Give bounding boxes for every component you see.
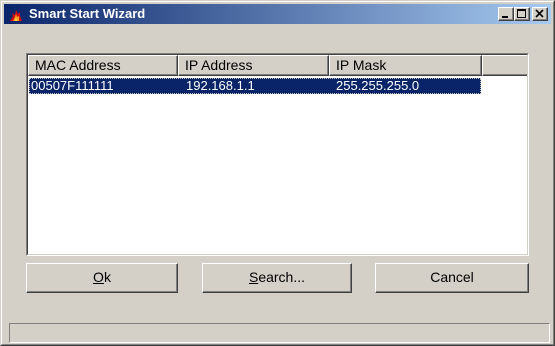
column-header-empty xyxy=(482,55,527,76)
column-header-row: MAC Address IP Address IP Mask xyxy=(28,55,527,76)
minimize-icon xyxy=(502,16,508,18)
minimize-button[interactable] xyxy=(498,7,514,21)
cell-ip: 192.168.1.1 xyxy=(186,78,255,93)
close-button[interactable] xyxy=(532,7,548,21)
window-title: Smart Start Wizard xyxy=(29,6,146,21)
wizard-flame-icon xyxy=(10,10,22,21)
ok-mnemonic: O xyxy=(93,269,104,285)
cell-mac: 00507F111111 xyxy=(31,78,114,93)
status-bar xyxy=(9,323,550,343)
search-button[interactable]: Search... xyxy=(202,263,352,293)
maximize-icon xyxy=(517,9,526,18)
column-header-ip[interactable]: IP Address xyxy=(178,55,329,76)
search-label-rest: earch... xyxy=(258,269,306,285)
ok-button[interactable]: Ok xyxy=(26,263,178,293)
ok-label-rest: k xyxy=(103,269,111,285)
close-icon xyxy=(535,9,544,18)
cancel-button[interactable]: Cancel xyxy=(375,263,529,293)
device-list[interactable]: MAC Address IP Address IP Mask 00507F111… xyxy=(26,53,529,256)
maximize-button[interactable] xyxy=(514,7,530,21)
search-mnemonic: S xyxy=(248,269,259,285)
wizard-window: Smart Start Wizard MAC Address IP Addres… xyxy=(0,0,555,346)
column-header-mask[interactable]: IP Mask xyxy=(329,55,482,76)
cell-mask: 255.255.255.0 xyxy=(336,78,420,93)
column-header-mac[interactable]: MAC Address xyxy=(28,55,178,76)
title-bar[interactable]: Smart Start Wizard xyxy=(4,4,551,24)
device-list-inner: MAC Address IP Address IP Mask 00507F111… xyxy=(27,54,528,255)
table-row[interactable]: 00507F111111 192.168.1.1 255.255.255.0 xyxy=(29,78,481,94)
